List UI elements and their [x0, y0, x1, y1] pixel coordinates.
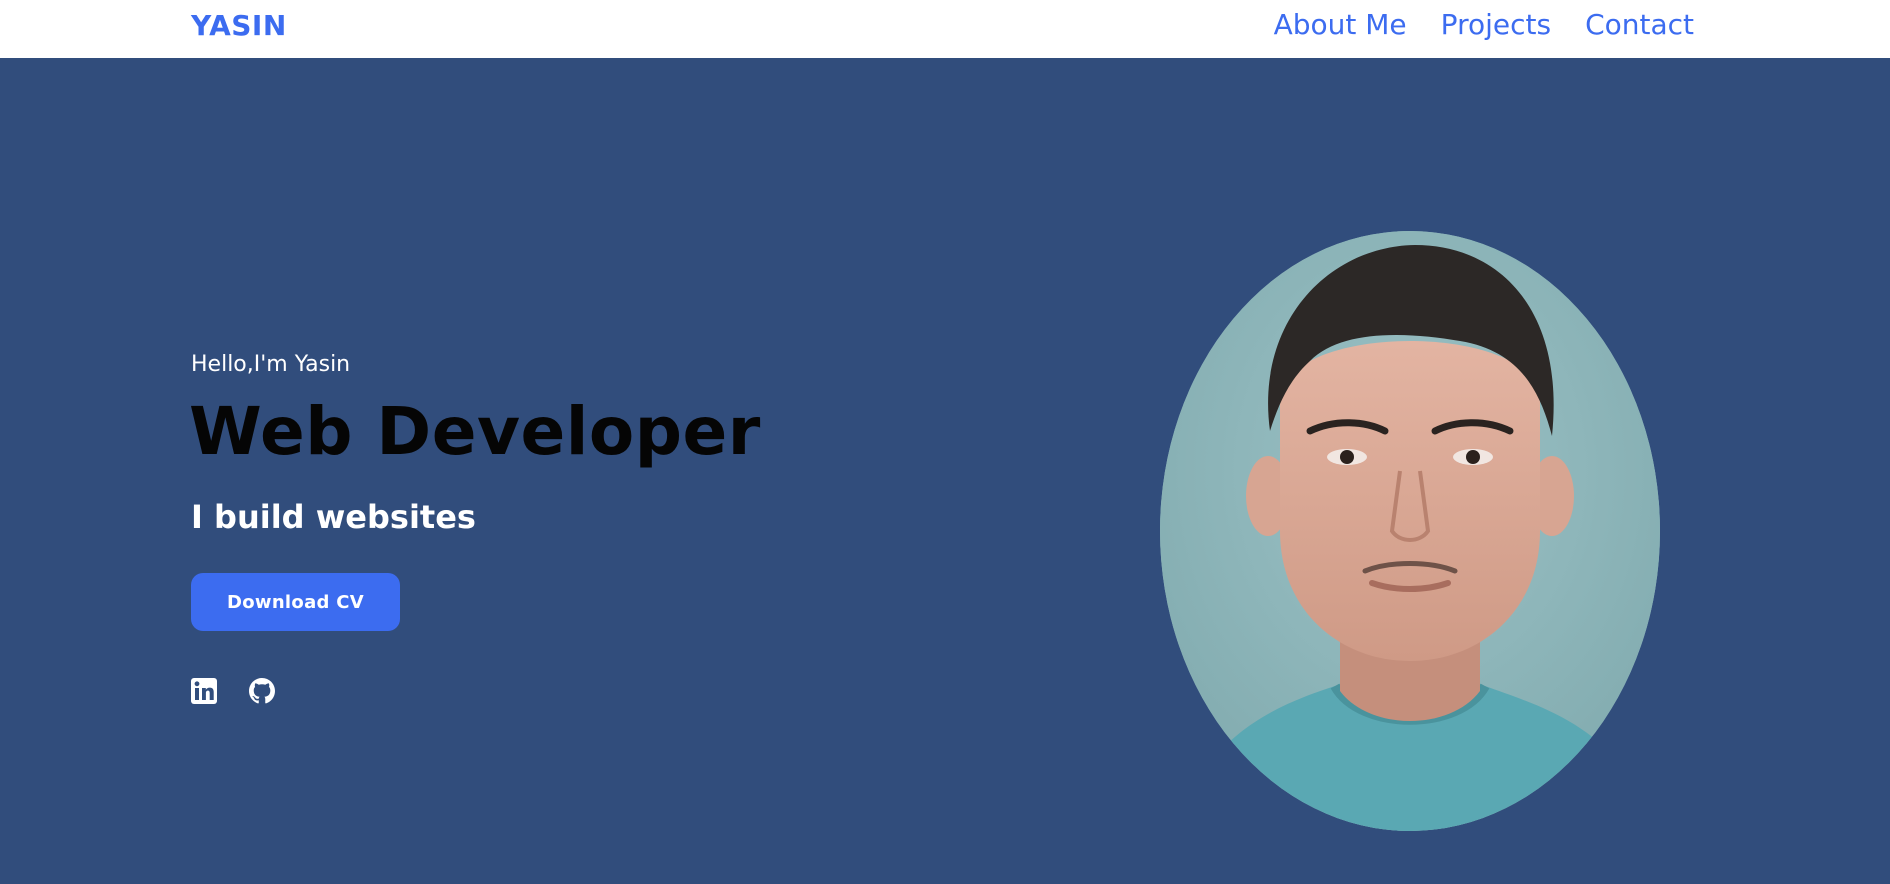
nav-link-contact[interactable]: Contact: [1585, 8, 1694, 41]
download-cv-button[interactable]: Download CV: [191, 573, 400, 631]
hero-subtitle: I build websites: [191, 498, 476, 536]
nav-link-about-me[interactable]: About Me: [1274, 8, 1407, 41]
site-header: YASIN About Me Projects Contact: [0, 0, 1890, 58]
profile-photo: [1160, 231, 1660, 831]
linkedin-link[interactable]: [191, 678, 217, 704]
social-links: [191, 678, 275, 704]
linkedin-icon: [191, 678, 217, 704]
nav-link-projects[interactable]: Projects: [1441, 8, 1551, 41]
main-nav: About Me Projects Contact: [1274, 8, 1694, 41]
github-link[interactable]: [249, 678, 275, 704]
hero-title: Web Developer: [189, 393, 761, 470]
github-icon: [249, 678, 275, 704]
site-logo[interactable]: YASIN: [191, 9, 287, 42]
hero-greeting: Hello,I'm Yasin: [191, 352, 351, 377]
